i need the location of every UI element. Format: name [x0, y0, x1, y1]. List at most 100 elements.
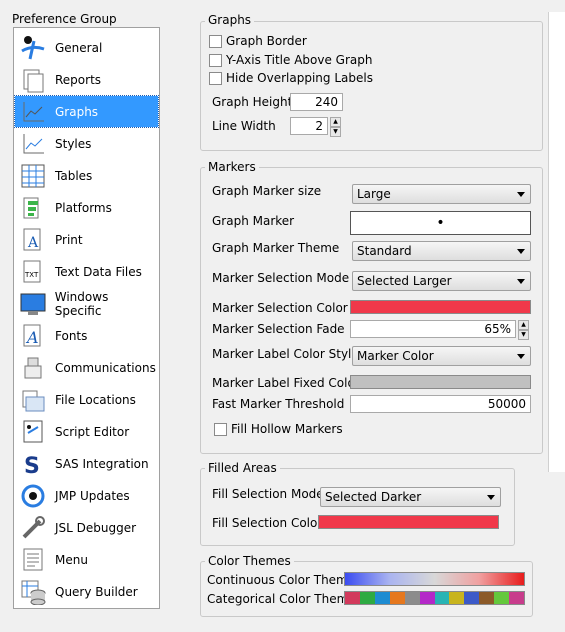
sidebar-item-jsl-debugger[interactable]: JSL Debugger: [15, 512, 158, 543]
sidebar-item-print[interactable]: A Print: [15, 224, 158, 255]
sidebar-item-label: Menu: [55, 552, 88, 567]
y-axis-title-checkbox[interactable]: [209, 54, 222, 67]
color-themes-group: [200, 561, 533, 617]
selection-fade-input[interactable]: 65%: [350, 320, 516, 338]
graph-marker-picker[interactable]: •: [350, 211, 531, 235]
marker-theme-value: Standard: [357, 244, 412, 258]
fill-hollow-checkbox[interactable]: [214, 423, 227, 436]
categorical-color-10: [479, 592, 495, 604]
graph-border-checkbox[interactable]: [209, 35, 222, 48]
color-themes-title: Color Themes: [205, 554, 294, 568]
categorical-color-8: [449, 592, 465, 604]
graph-height-label: Graph Height: [212, 95, 293, 109]
selection-color-label: Marker Selection Color: [212, 301, 348, 315]
sidebar-item-styles[interactable]: Styles: [15, 128, 158, 159]
sidebar-item-communications[interactable]: Communications: [15, 352, 158, 383]
sidebar-item-platforms[interactable]: Platforms: [15, 192, 158, 223]
label-color-style-value: Marker Color: [357, 349, 434, 363]
marker-size-label: Graph Marker size: [212, 184, 322, 198]
svg-text:A: A: [25, 328, 39, 347]
sidebar-item-query-builder[interactable]: Query Builder: [15, 576, 158, 607]
sidebar-item-tables[interactable]: Tables: [15, 160, 158, 191]
filled-areas-title: Filled Areas: [205, 461, 280, 475]
selection-mode-dropdown[interactable]: Selected Larger: [352, 271, 531, 291]
preference-group-title: Preference Group: [12, 12, 117, 26]
sidebar-item-label: File Locations: [55, 392, 136, 407]
query-builder-icon: [17, 577, 49, 607]
sidebar-item-label: Fonts: [55, 328, 88, 343]
marker-theme-label: Graph Marker Theme: [212, 241, 340, 255]
sidebar-item-label: Styles: [55, 136, 92, 151]
communications-icon: [17, 353, 49, 383]
sidebar-item-label: General: [55, 40, 103, 55]
sidebar-item-label: Query Builder: [55, 584, 138, 599]
jsl-debugger-icon: [17, 513, 49, 543]
chevron-down-icon: [517, 249, 525, 254]
categorical-theme-swatch[interactable]: [344, 591, 525, 605]
sidebar-item-file-locations[interactable]: File Locations: [15, 384, 158, 415]
fast-threshold-input[interactable]: 50000: [350, 395, 531, 413]
stepper-down-icon[interactable]: ▼: [518, 330, 529, 340]
menu-icon: [17, 545, 49, 575]
general-icon: [17, 33, 49, 63]
fill-color-label: Fill Selection Color: [212, 516, 323, 530]
label-fixed-color-swatch[interactable]: [350, 375, 531, 389]
categorical-color-4: [389, 592, 405, 604]
reports-icon: [17, 65, 49, 95]
sidebar-item-text-data-files[interactable]: TXT Text Data Files: [15, 256, 158, 287]
sidebar-item-label: JSL Debugger: [55, 520, 137, 535]
marker-size-value: Large: [357, 187, 391, 201]
sidebar-item-label: SAS Integration: [55, 456, 149, 471]
fill-mode-value: Selected Darker: [325, 490, 422, 504]
sidebar-item-windows-specific[interactable]: Windows Specific: [15, 288, 158, 319]
line-width-input[interactable]: 2: [290, 117, 328, 135]
categorical-color-7: [434, 592, 450, 604]
hide-overlapping-checkbox[interactable]: [209, 72, 222, 85]
categorical-color-12: [509, 592, 525, 604]
sidebar-item-fonts[interactable]: A Fonts: [15, 320, 158, 351]
categorical-theme-label: Categorical Color Theme: [207, 592, 356, 606]
fill-mode-dropdown[interactable]: Selected Darker: [320, 487, 501, 507]
sidebar-item-reports[interactable]: Reports: [15, 64, 158, 95]
sidebar-item-label: Tables: [55, 168, 93, 183]
sidebar-item-graphs[interactable]: Graphs: [14, 95, 159, 128]
graph-height-input[interactable]: 240: [290, 93, 343, 111]
filled-areas-group: [200, 468, 515, 546]
continuous-theme-swatch[interactable]: [344, 572, 525, 586]
selection-color-swatch[interactable]: [350, 300, 531, 314]
stepper-up-icon[interactable]: ▲: [330, 117, 341, 127]
sidebar-item-label: Print: [55, 232, 83, 247]
stepper-down-icon[interactable]: ▼: [330, 127, 341, 137]
categorical-color-6: [419, 592, 435, 604]
graphs-title: Graphs: [205, 13, 255, 27]
sidebar-item-jmp-updates[interactable]: JMP Updates: [15, 480, 158, 511]
sidebar-item-label: JMP Updates: [55, 488, 130, 503]
fill-color-swatch[interactable]: [318, 515, 499, 529]
chevron-down-icon: [517, 192, 525, 197]
file-locations-icon: [17, 385, 49, 415]
svg-text:A: A: [27, 235, 39, 251]
sidebar-item-general[interactable]: General: [15, 32, 158, 63]
categorical-color-2: [359, 592, 375, 604]
sidebar-item-label: Communications: [55, 360, 156, 375]
label-color-style-dropdown[interactable]: Marker Color: [352, 346, 531, 366]
preference-group-list[interactable]: General Reports Graphs Styles Tables Platform…: [13, 27, 160, 609]
print-icon: A: [17, 225, 49, 255]
sidebar-item-label: Text Data Files: [55, 264, 142, 279]
selection-fade-stepper[interactable]: ▲ ▼: [518, 320, 529, 340]
fonts-icon: A: [17, 321, 49, 351]
fast-threshold-label: Fast Marker Threshold: [212, 397, 345, 411]
chevron-down-icon: [487, 495, 495, 500]
line-width-stepper[interactable]: ▲ ▼: [330, 117, 341, 137]
marker-theme-dropdown[interactable]: Standard: [352, 241, 531, 261]
preview-panel: [548, 12, 565, 472]
marker-size-dropdown[interactable]: Large: [352, 184, 531, 204]
stepper-up-icon[interactable]: ▲: [518, 320, 529, 330]
sidebar-item-label: Platforms: [55, 200, 112, 215]
svg-text:TXT: TXT: [24, 271, 39, 279]
sidebar-item-sas-integration[interactable]: S SAS Integration: [15, 448, 158, 479]
sidebar-item-script-editor[interactable]: Script Editor: [15, 416, 158, 447]
sidebar-item-menu[interactable]: Menu: [15, 544, 158, 575]
styles-icon: [17, 129, 49, 159]
categorical-color-3: [374, 592, 390, 604]
